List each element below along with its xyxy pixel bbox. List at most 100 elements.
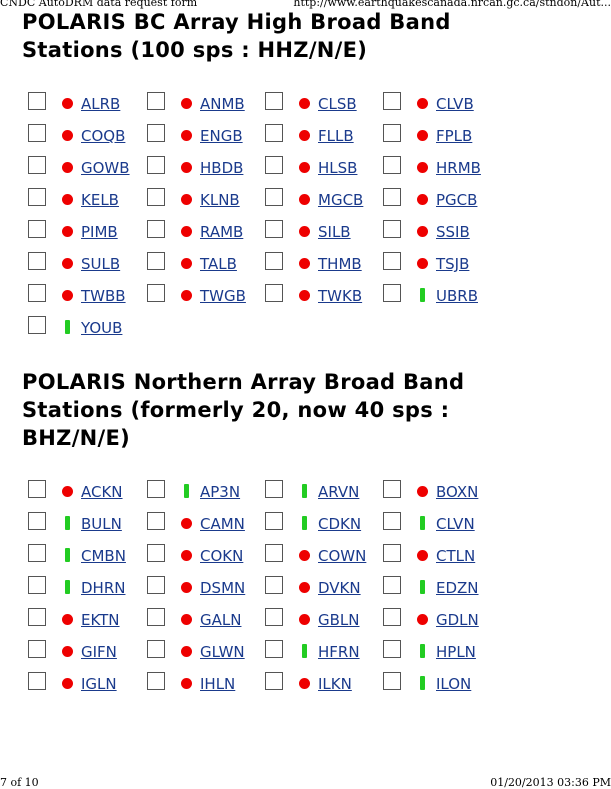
station-checkbox[interactable]: [147, 220, 165, 238]
station-link[interactable]: DVKN: [318, 579, 361, 597]
station-link[interactable]: CLSB: [318, 95, 357, 113]
station-link[interactable]: COQB: [81, 127, 125, 145]
station-link[interactable]: HRMB: [436, 159, 481, 177]
station-link[interactable]: HLSB: [318, 159, 357, 177]
station-link[interactable]: DSMN: [200, 579, 245, 597]
station-checkbox[interactable]: [28, 480, 46, 498]
station-link[interactable]: HPLN: [436, 643, 476, 661]
station-checkbox[interactable]: [265, 512, 283, 530]
station-link[interactable]: FPLB: [436, 127, 472, 145]
station-checkbox[interactable]: [383, 672, 401, 690]
station-link[interactable]: PGCB: [436, 191, 477, 209]
station-checkbox[interactable]: [265, 672, 283, 690]
station-checkbox[interactable]: [28, 92, 46, 110]
station-checkbox[interactable]: [147, 576, 165, 594]
station-checkbox[interactable]: [147, 92, 165, 110]
station-link[interactable]: HBDB: [200, 159, 243, 177]
station-checkbox[interactable]: [28, 316, 46, 334]
station-link[interactable]: CDKN: [318, 515, 361, 533]
station-link[interactable]: ANMB: [200, 95, 245, 113]
station-link[interactable]: ARVN: [318, 483, 359, 501]
station-link[interactable]: KLNB: [200, 191, 240, 209]
station-link[interactable]: FLLB: [318, 127, 354, 145]
station-checkbox[interactable]: [28, 608, 46, 626]
station-checkbox[interactable]: [383, 188, 401, 206]
station-link[interactable]: ENGB: [200, 127, 243, 145]
station-checkbox[interactable]: [28, 640, 46, 658]
station-link[interactable]: ILON: [436, 675, 471, 693]
station-link[interactable]: SSIB: [436, 223, 470, 241]
station-link[interactable]: SILB: [318, 223, 351, 241]
station-link[interactable]: CAMN: [200, 515, 245, 533]
station-link[interactable]: GDLN: [436, 611, 479, 629]
station-link[interactable]: THMB: [318, 255, 362, 273]
station-link[interactable]: GBLN: [318, 611, 360, 629]
station-link[interactable]: GOWB: [81, 159, 130, 177]
station-link[interactable]: AP3N: [200, 483, 240, 501]
station-link[interactable]: ALRB: [81, 95, 120, 113]
station-checkbox[interactable]: [383, 284, 401, 302]
station-checkbox[interactable]: [28, 124, 46, 142]
station-link[interactable]: COWN: [318, 547, 366, 565]
station-checkbox[interactable]: [383, 544, 401, 562]
station-link[interactable]: RAMB: [200, 223, 243, 241]
station-checkbox[interactable]: [265, 284, 283, 302]
station-link[interactable]: TWGB: [200, 287, 246, 305]
station-checkbox[interactable]: [28, 156, 46, 174]
station-checkbox[interactable]: [147, 512, 165, 530]
station-link[interactable]: HFRN: [318, 643, 360, 661]
station-link[interactable]: GIFN: [81, 643, 117, 661]
station-checkbox[interactable]: [28, 576, 46, 594]
station-checkbox[interactable]: [28, 252, 46, 270]
station-link[interactable]: UBRB: [436, 287, 478, 305]
station-link[interactable]: TSJB: [436, 255, 469, 273]
station-checkbox[interactable]: [265, 220, 283, 238]
station-link[interactable]: MGCB: [318, 191, 363, 209]
station-checkbox[interactable]: [383, 220, 401, 238]
station-link[interactable]: SULB: [81, 255, 120, 273]
station-checkbox[interactable]: [265, 156, 283, 174]
station-checkbox[interactable]: [28, 188, 46, 206]
station-link[interactable]: CTLN: [436, 547, 475, 565]
station-link[interactable]: GLWN: [200, 643, 245, 661]
station-link[interactable]: YOUB: [81, 319, 122, 337]
station-checkbox[interactable]: [383, 92, 401, 110]
station-checkbox[interactable]: [383, 640, 401, 658]
station-checkbox[interactable]: [147, 640, 165, 658]
station-link[interactable]: TALB: [200, 255, 237, 273]
station-checkbox[interactable]: [383, 576, 401, 594]
station-link[interactable]: CMBN: [81, 547, 126, 565]
station-link[interactable]: ILKN: [318, 675, 352, 693]
station-checkbox[interactable]: [28, 512, 46, 530]
station-link[interactable]: EKTN: [81, 611, 120, 629]
station-checkbox[interactable]: [265, 608, 283, 626]
station-checkbox[interactable]: [265, 124, 283, 142]
station-checkbox[interactable]: [383, 512, 401, 530]
station-checkbox[interactable]: [383, 124, 401, 142]
station-link[interactable]: GALN: [200, 611, 241, 629]
station-link[interactable]: COKN: [200, 547, 243, 565]
station-link[interactable]: CLVB: [436, 95, 474, 113]
station-link[interactable]: BULN: [81, 515, 122, 533]
station-checkbox[interactable]: [28, 544, 46, 562]
station-checkbox[interactable]: [28, 220, 46, 238]
station-link[interactable]: CLVN: [436, 515, 475, 533]
station-checkbox[interactable]: [265, 252, 283, 270]
station-link[interactable]: PIMB: [81, 223, 118, 241]
station-link[interactable]: EDZN: [436, 579, 479, 597]
station-checkbox[interactable]: [265, 544, 283, 562]
station-link[interactable]: TWKB: [318, 287, 362, 305]
station-checkbox[interactable]: [147, 252, 165, 270]
station-checkbox[interactable]: [265, 188, 283, 206]
station-link[interactable]: KELB: [81, 191, 119, 209]
station-checkbox[interactable]: [147, 672, 165, 690]
station-checkbox[interactable]: [265, 576, 283, 594]
station-checkbox[interactable]: [147, 544, 165, 562]
station-checkbox[interactable]: [383, 608, 401, 626]
station-checkbox[interactable]: [383, 252, 401, 270]
station-link[interactable]: DHRN: [81, 579, 125, 597]
station-checkbox[interactable]: [265, 480, 283, 498]
station-checkbox[interactable]: [265, 92, 283, 110]
station-link[interactable]: TWBB: [81, 287, 126, 305]
station-checkbox[interactable]: [147, 608, 165, 626]
